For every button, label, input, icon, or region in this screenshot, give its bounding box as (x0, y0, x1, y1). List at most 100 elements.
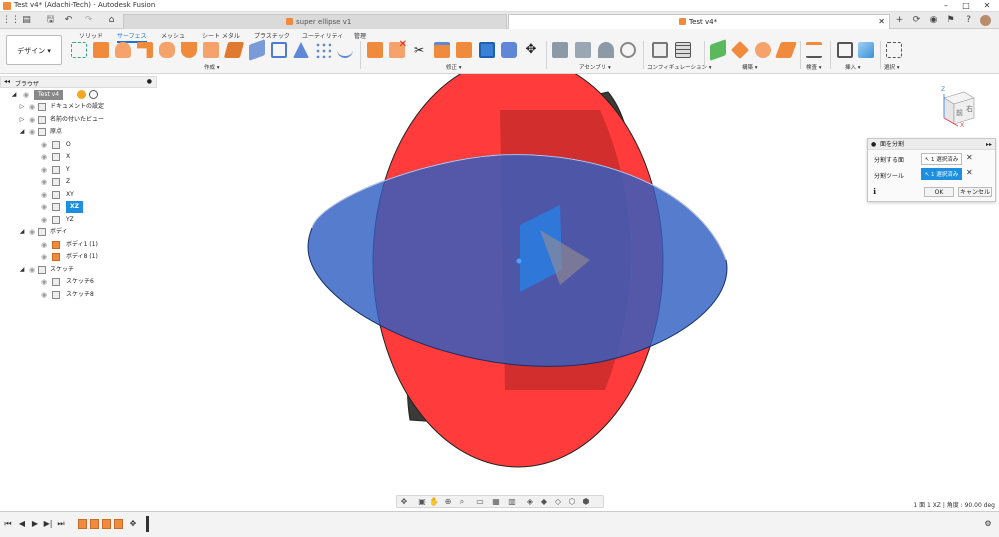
mirror-icon[interactable] (337, 42, 353, 58)
visibility-eye-icon[interactable]: ◉ (28, 126, 36, 138)
group-assemble[interactable]: アセンブリ ▾ (579, 63, 611, 71)
group-modify[interactable]: 修正 ▾ (446, 63, 462, 71)
group-configure[interactable]: コンフィギュレーション ▾ (647, 63, 712, 71)
expand-arrow-icon[interactable]: ◢ (18, 264, 26, 276)
viewports-icon[interactable]: ▥ (507, 497, 517, 507)
new-tab-icon[interactable]: + (893, 14, 906, 27)
view-cube-front[interactable]: 前 (956, 108, 963, 118)
view-cube-right[interactable]: 右 (966, 104, 973, 114)
notifications-icon[interactable]: ⚑ (944, 14, 957, 27)
select-vertex-icon[interactable]: ⬢ (581, 497, 591, 507)
visibility-eye-icon[interactable]: ◉ (40, 251, 48, 263)
home-icon[interactable]: ⌂ (105, 14, 118, 27)
tab-mesh[interactable]: メッシュ (161, 31, 185, 40)
radio-icon[interactable] (89, 90, 98, 99)
browser-item[interactable]: ◉ YZ (0, 214, 157, 226)
browser-root[interactable]: ◢ ◉ Test v4 (0, 89, 157, 101)
tab-utility[interactable]: ユーティリティ (302, 31, 343, 40)
tab-solid[interactable]: ソリッド (79, 31, 103, 40)
origin-point[interactable] (516, 258, 522, 264)
insert-image-icon[interactable] (858, 42, 874, 58)
configure-icon[interactable] (652, 42, 668, 58)
group-inspect[interactable]: 検査 ▾ (806, 63, 822, 71)
splitting-tool-select[interactable]: ↖ 1 選択済み (921, 168, 962, 180)
insert-derive-icon[interactable] (837, 42, 853, 58)
extrude-icon[interactable] (93, 42, 109, 58)
look-at-icon[interactable]: ▣ (417, 497, 427, 507)
browser-item[interactable]: ◉ O (0, 139, 157, 151)
expand-arrow-icon[interactable]: ◢ (18, 226, 26, 238)
clear-faces-icon[interactable]: ✕ (966, 153, 973, 162)
delete-face-icon[interactable]: ✕ (389, 39, 407, 58)
extend-icon[interactable] (434, 42, 450, 58)
ok-button[interactable]: OK (924, 187, 954, 197)
maximize-button[interactable]: □ (955, 0, 977, 12)
timeline-feature[interactable] (78, 519, 87, 529)
browser-item[interactable]: ◉ Y (0, 164, 157, 176)
browser-item[interactable]: ◢ ◉ 原点 (0, 126, 157, 138)
visibility-eye-icon[interactable]: ◉ (40, 151, 48, 163)
patch-icon[interactable] (181, 42, 197, 58)
help-icon[interactable]: ? (962, 14, 975, 27)
visibility-eye-icon[interactable]: ◉ (40, 239, 48, 251)
browser-item[interactable]: ◢ ◉ ボディ (0, 226, 157, 238)
as-built-joint-icon[interactable] (598, 42, 614, 58)
zoom-icon[interactable]: ⊕ (443, 497, 453, 507)
faces-to-split-select[interactable]: ↖ 1 選択済み (921, 153, 962, 165)
visibility-eye-icon[interactable]: ◉ (28, 226, 36, 238)
workspace-dropdown[interactable]: デザイン ▾ (6, 35, 62, 65)
cancel-button[interactable]: キャンセル (958, 187, 992, 197)
move-feature-icon[interactable]: ✥ (128, 519, 138, 529)
timeline-marker[interactable] (146, 516, 149, 532)
visibility-eye-icon[interactable]: ◉ (40, 139, 48, 151)
timeline-settings-icon[interactable]: ⚙ (983, 519, 993, 529)
timeline-feature[interactable] (90, 519, 99, 529)
play-icon[interactable]: ▶ (30, 519, 40, 529)
tab-super-ellipse[interactable]: super ellipse v1 (123, 14, 507, 29)
split-body-icon[interactable] (479, 42, 495, 58)
info-icon[interactable]: ℹ (873, 187, 876, 196)
expand-dialog-icon[interactable]: ▸▸ (986, 139, 992, 150)
pyramid-icon[interactable] (293, 42, 309, 58)
select-edge-icon[interactable]: ◇ (553, 497, 563, 507)
file-menu-icon[interactable]: ▤ (20, 14, 33, 27)
new-component-icon[interactable] (552, 42, 568, 58)
step-forward-icon[interactable]: ▶| (43, 519, 53, 529)
browser-item[interactable]: ◉ スケッチ6 (0, 276, 157, 288)
expand-arrow-icon[interactable]: ▷ (18, 114, 26, 126)
measure-icon[interactable] (806, 42, 822, 58)
tab-test-v4[interactable]: Test v4* ✕ (508, 14, 890, 29)
view-cube[interactable]: 前 右 Z X (938, 86, 978, 130)
fit-icon[interactable]: ⌕ (457, 497, 467, 507)
browser-header[interactable]: ◂◂ ブラウザ ● (0, 76, 157, 88)
group-construct[interactable]: 構築 ▾ (742, 63, 758, 71)
close-tab-icon[interactable]: ✕ (878, 15, 885, 29)
select-face-icon[interactable]: ◆ (539, 497, 549, 507)
clear-tool-icon[interactable]: ✕ (966, 168, 973, 177)
tab-sheet-metal[interactable]: シート メタル (202, 31, 240, 40)
motion-study-icon[interactable] (620, 42, 636, 58)
browser-item[interactable]: ◉ XY (0, 189, 157, 201)
config-table-icon[interactable] (675, 42, 691, 58)
visibility-eye-icon[interactable]: ◉ (28, 264, 36, 276)
select-icon[interactable] (886, 42, 902, 58)
select-sketch-icon[interactable]: ⬡ (567, 497, 577, 507)
thicken-icon[interactable] (249, 39, 265, 61)
grid-settings-icon[interactable]: ▦ (491, 497, 501, 507)
go-to-start-icon[interactable]: ⏮ (3, 519, 13, 529)
browser-item[interactable]: ▷ ◉ ドキュメントの設定 (0, 101, 157, 113)
save-icon[interactable]: 🖫 (44, 14, 57, 27)
extensions-icon[interactable]: ⟳ (910, 14, 923, 27)
offset-plane-icon[interactable] (710, 39, 726, 61)
app-grid-icon[interactable]: ⋮⋮ (2, 14, 20, 27)
revolve-icon[interactable] (115, 42, 131, 58)
timeline-feature[interactable] (114, 519, 123, 529)
go-to-end-icon[interactable]: ⏭ (56, 519, 66, 529)
visibility-eye-icon[interactable]: ◉ (28, 114, 36, 126)
browser-pin-icon[interactable]: ● (147, 78, 152, 85)
visibility-eye-icon[interactable]: ◉ (40, 189, 48, 201)
select-body-icon[interactable]: ◈ (525, 497, 535, 507)
ruled-surface-icon[interactable] (203, 42, 219, 58)
expand-arrow-icon[interactable]: ▷ (18, 101, 26, 113)
job-status-icon[interactable]: ◉ (927, 14, 940, 27)
